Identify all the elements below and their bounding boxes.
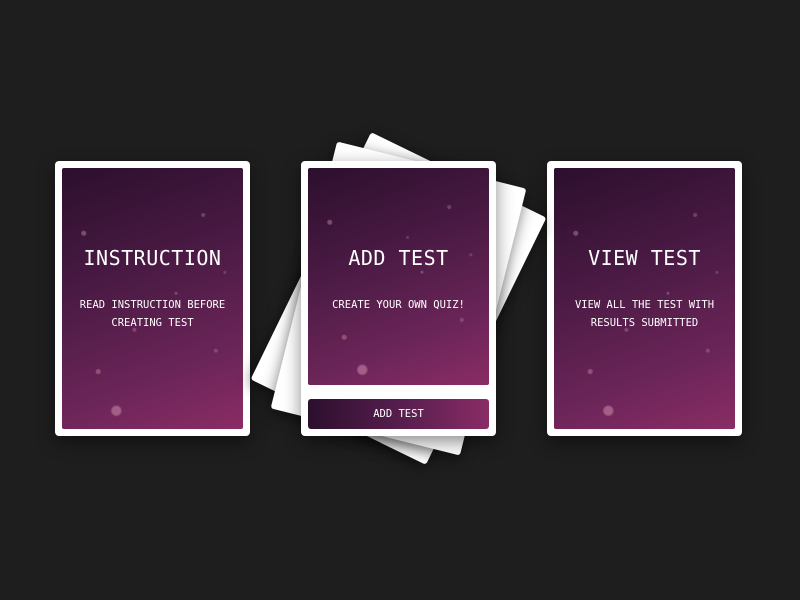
view-test-card-title: VIEW TEST: [588, 246, 701, 270]
view-test-card[interactable]: VIEW TEST VIEW ALL THE TEST WITH RESULTS…: [547, 161, 742, 436]
add-test-button[interactable]: ADD TEST: [308, 399, 489, 429]
instruction-card[interactable]: INSTRUCTION READ INSTRUCTION BEFORE CREA…: [55, 161, 250, 436]
add-test-card-panel: ADD TEST CREATE YOUR OWN QUIZ!: [308, 168, 489, 385]
instruction-card-title: INSTRUCTION: [83, 246, 222, 270]
add-test-card-title: ADD TEST: [348, 246, 449, 270]
instruction-card-panel: INSTRUCTION READ INSTRUCTION BEFORE CREA…: [62, 168, 243, 429]
view-test-card-description: VIEW ALL THE TEST WITH RESULTS SUBMITTED: [574, 299, 715, 329]
add-test-card-description: CREATE YOUR OWN QUIZ!: [332, 299, 465, 311]
view-test-card-panel: VIEW TEST VIEW ALL THE TEST WITH RESULTS…: [554, 168, 735, 429]
add-test-card[interactable]: ADD TEST CREATE YOUR OWN QUIZ! ADD TEST: [301, 161, 496, 436]
instruction-card-description: READ INSTRUCTION BEFORE CREATING TEST: [79, 299, 226, 329]
